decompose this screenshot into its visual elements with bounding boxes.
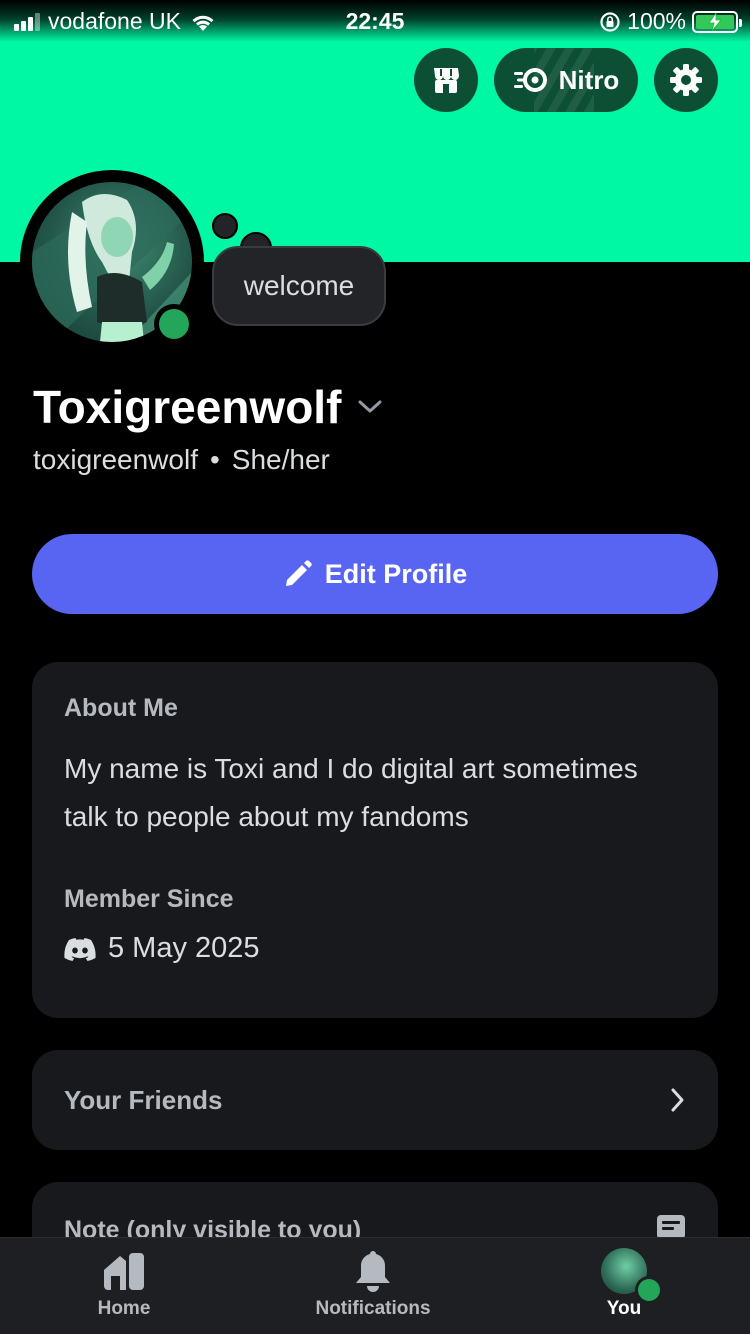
edit-profile-label: Edit Profile <box>324 558 468 589</box>
nav-you[interactable]: You <box>574 1238 674 1334</box>
status-bar: vodafone UK 22:45 100% <box>0 0 750 42</box>
thought-dot-small <box>212 213 238 239</box>
shop-button[interactable] <box>414 48 478 112</box>
nav-home-label: Home <box>97 1298 151 1319</box>
shop-icon <box>434 68 459 93</box>
battery-percent: 100% <box>627 8 686 34</box>
your-friends-row[interactable]: Your Friends <box>32 1050 718 1150</box>
nitro-label: Nitro <box>558 64 620 95</box>
nav-you-label: You <box>606 1298 642 1319</box>
orientation-lock-icon <box>600 11 620 32</box>
settings-button[interactable] <box>654 48 718 112</box>
about-me-title: About Me <box>64 694 178 722</box>
nitro-icon <box>513 68 547 92</box>
custom-status-text: welcome <box>243 270 355 301</box>
gear-icon <box>670 64 702 96</box>
home-icon <box>104 1253 144 1290</box>
custom-status-bubble[interactable]: welcome <box>212 246 386 326</box>
bottom-nav: Home Notifications You <box>0 1237 750 1334</box>
you-avatar <box>601 1248 663 1304</box>
chevron-right-icon <box>671 1088 684 1112</box>
member-since-date: 5 May 2025 <box>108 932 260 964</box>
nav-notifications-label: Notifications <box>315 1298 431 1319</box>
edit-profile-button[interactable]: Edit Profile <box>32 534 718 614</box>
separator-dot: • <box>209 444 220 475</box>
nav-notifications[interactable]: Notifications <box>298 1238 448 1334</box>
about-me-card: About Me My name is Toxi and I do digita… <box>32 662 718 1018</box>
chevron-down-icon <box>358 400 382 413</box>
battery-group: 100% <box>599 8 742 35</box>
bell-icon <box>356 1251 390 1292</box>
member-since-row: 5 May 2025 <box>64 932 686 965</box>
pronouns: She/her <box>231 444 330 475</box>
nav-home[interactable]: Home <box>74 1238 174 1334</box>
username: toxigreenwolf <box>33 444 198 475</box>
display-name-row[interactable]: Toxigreenwolf <box>33 380 383 434</box>
pencil-icon <box>285 560 312 586</box>
username-line: toxigreenwolf • She/her <box>33 444 330 476</box>
you-online-indicator <box>635 1276 663 1304</box>
your-friends-label: Your Friends <box>64 1084 223 1115</box>
display-name: Toxigreenwolf <box>33 381 342 433</box>
member-since-title: Member Since <box>64 885 234 913</box>
online-status-indicator <box>154 304 194 344</box>
about-me-text: My name is Toxi and I do digital art som… <box>64 753 638 832</box>
nitro-button[interactable]: Nitro <box>494 48 638 112</box>
discord-logo-icon <box>64 937 96 961</box>
battery-icon <box>692 10 742 33</box>
